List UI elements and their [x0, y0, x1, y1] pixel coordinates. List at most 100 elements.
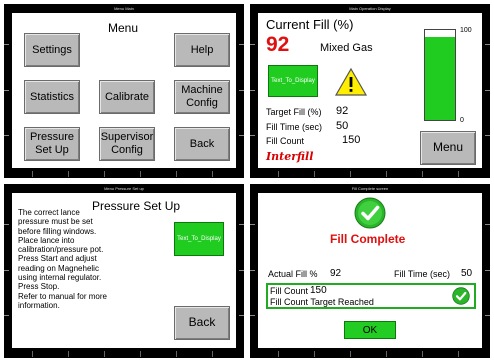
fill-count-label: Fill Count — [270, 286, 309, 296]
frame-tick — [4, 315, 9, 316]
target-fill-value: 92 — [336, 105, 349, 117]
statistics-label: Statistics — [29, 90, 74, 103]
current-fill-value: 92 — [266, 33, 290, 56]
fill-time-label: Fill Time (sec) — [266, 122, 322, 132]
instruction-line: Place lance into — [18, 235, 75, 245]
text-to-display-button[interactable]: Text_To_Display — [174, 222, 224, 256]
frame-tick — [4, 224, 9, 225]
instructions-text: The correct lance pressure must be set b… — [18, 208, 136, 310]
machine-config-button[interactable]: Machine Config — [174, 80, 230, 114]
calibrate-label: Calibrate — [104, 90, 150, 103]
frame-tick — [250, 44, 255, 45]
actual-fill-value: 92 — [330, 268, 342, 279]
frame-tick — [4, 44, 9, 45]
actual-fill-label: Actual Fill % — [268, 269, 318, 279]
bottom-ticks — [4, 348, 244, 358]
frame-tick — [485, 135, 490, 136]
bar-max-label: 100 — [460, 27, 472, 34]
supervisor-config-label-line2: Config — [111, 144, 143, 156]
supervisor-config-button[interactable]: Supervisor Config — [99, 127, 155, 161]
frame-tick — [250, 135, 255, 136]
instruction-line: Refer to manual for more — [18, 291, 107, 301]
machine-config-label-line2: Config — [186, 97, 218, 109]
frame-tick — [4, 135, 9, 136]
frame-tick — [239, 44, 244, 45]
instruction-line: information. — [18, 300, 60, 310]
frame-tick — [239, 224, 244, 225]
fill-complete-title: Fill Complete — [330, 232, 406, 246]
text-to-display-label: Text_To_Display — [177, 236, 221, 242]
fill-time-label: Fill Time (sec) — [394, 269, 450, 279]
menu-main-screen: Menu Settings Help Statistics Calibrate … — [12, 13, 236, 168]
frame-tick — [250, 224, 255, 225]
supervisor-config-label-line1: Supervisor — [100, 131, 154, 144]
frame-tick — [485, 270, 490, 271]
frame-tick — [239, 90, 244, 91]
gas-type: Mixed Gas — [320, 42, 373, 54]
frame-tick — [485, 90, 490, 91]
help-button[interactable]: Help — [174, 33, 230, 67]
frame-tick — [239, 135, 244, 136]
machine-config-label-line1: Machine — [181, 84, 223, 97]
window-title: Fill Complete screen — [250, 184, 490, 193]
statistics-button[interactable]: Statistics — [24, 80, 80, 114]
fill-complete-panel: Fill Complete screen Fill Complete Actua… — [250, 184, 490, 358]
instruction-line: before filling windows. — [18, 226, 97, 236]
frame-tick — [4, 90, 9, 91]
instruction-line: calibration/pressure pot. — [18, 245, 104, 255]
frame-tick — [239, 315, 244, 316]
text-to-display-button[interactable]: Text_To_Display — [268, 65, 318, 97]
interfill-logo: Interfill — [266, 150, 314, 163]
bottom-ticks — [250, 348, 490, 358]
fill-level-bar-fill — [425, 37, 455, 120]
frame-tick — [485, 44, 490, 45]
menu-button[interactable]: Menu — [420, 131, 476, 165]
frame-tick — [4, 270, 9, 271]
instruction-line: Press Start and adjust — [18, 254, 97, 264]
pressure-setup-label-line1: Pressure — [29, 131, 75, 144]
fill-complete-screen: Fill Complete Actual Fill % 92 Fill Time… — [258, 193, 482, 348]
back-label: Back — [188, 315, 216, 330]
check-circle-icon — [354, 197, 386, 229]
calibrate-button[interactable]: Calibrate — [99, 80, 155, 114]
fill-level-bar — [424, 29, 456, 121]
frame-tick — [250, 315, 255, 316]
frame-tick — [250, 270, 255, 271]
text-to-display-label: Text_To_Display — [271, 78, 315, 84]
instruction-line: reading on Magnehelic — [18, 263, 99, 273]
main-operation-screen: Current Fill (%) 92 Mixed Gas Text_To_Di… — [258, 13, 482, 168]
fill-count-value: 150 — [342, 134, 361, 146]
instruction-line: The correct lance — [18, 208, 80, 217]
ok-button[interactable]: OK — [344, 321, 396, 339]
window-title: Main Operation Display — [250, 4, 490, 13]
current-fill-label: Current Fill (%) — [266, 17, 354, 32]
pressure-setup-screen: Pressure Set Up The correct lance pressu… — [12, 193, 236, 348]
target-fill-label: Target Fill (%) — [266, 107, 322, 117]
bottom-ticks — [250, 168, 490, 178]
target-reached-text: Fill Count Target Reached — [270, 297, 374, 307]
frame-tick — [250, 90, 255, 91]
pressure-setup-panel: Menu Pressure Set up Pressure Set Up The… — [4, 184, 244, 358]
fill-count-label: Fill Count — [266, 136, 305, 146]
fill-time-value: 50 — [336, 120, 349, 132]
warning-icon — [334, 67, 368, 96]
back-button[interactable]: Back — [174, 127, 230, 161]
bottom-ticks — [4, 168, 244, 178]
settings-button[interactable]: Settings — [24, 33, 80, 67]
back-label: Back — [189, 137, 215, 150]
fill-count-box: Fill Count 150 Fill Count Target Reached — [266, 283, 476, 309]
help-label: Help — [190, 43, 214, 56]
fill-time-value: 50 — [461, 268, 473, 279]
window-title: Menu Main — [4, 4, 244, 13]
pressure-setup-label-line2: Set Up — [35, 144, 69, 156]
main-operation-panel: Main Operation Display Current Fill (%) … — [250, 4, 490, 178]
pressure-setup-button[interactable]: Pressure Set Up — [24, 127, 80, 161]
instruction-line: using internal regulator. — [18, 273, 102, 283]
instruction-line: pressure must be set — [18, 217, 93, 227]
menu-main-panel: Menu Main Menu Settings Help Statistics … — [4, 4, 244, 178]
fill-count-value: 150 — [310, 285, 327, 296]
menu-title: Menu — [108, 21, 139, 35]
frame-tick — [485, 224, 490, 225]
bar-min-label: 0 — [460, 117, 464, 124]
back-button[interactable]: Back — [174, 306, 230, 340]
